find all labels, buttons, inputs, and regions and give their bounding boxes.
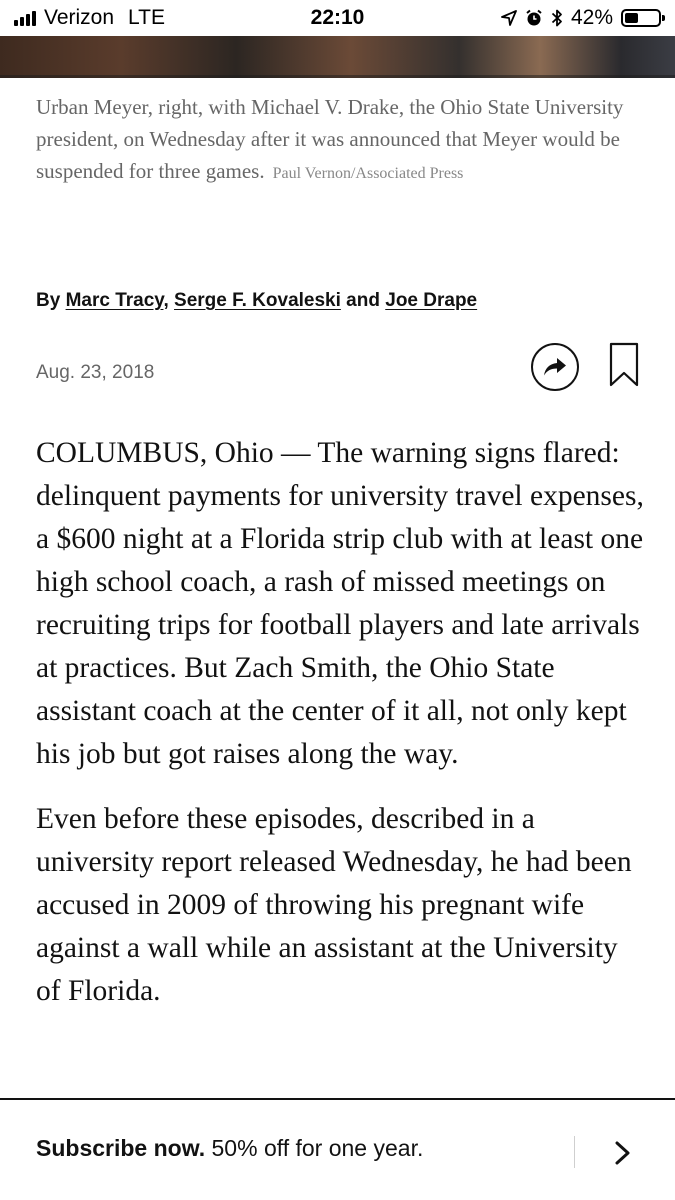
status-bar: Verizon LTE 22:10 42% <box>0 0 675 36</box>
publish-date: Aug. 23, 2018 <box>36 362 155 383</box>
chevron-right-icon[interactable] <box>612 1140 634 1166</box>
byline: By Marc Tracy, Serge F. Kovaleski and Jo… <box>36 290 646 312</box>
bluetooth-icon <box>551 9 562 27</box>
subscribe-cta: Subscribe now. <box>36 1135 206 1161</box>
subscribe-offer: 50% off for one year. <box>205 1135 424 1161</box>
article-photo[interactable] <box>0 36 675 78</box>
byline-separator: , <box>163 290 175 311</box>
share-arrow-icon <box>544 358 566 376</box>
alarm-icon <box>526 9 542 26</box>
bookmark-icon[interactable] <box>608 342 640 388</box>
author-link[interactable]: Serge F. Kovaleski <box>174 290 341 311</box>
battery-percent: 42% <box>570 6 613 29</box>
byline-prefix: By <box>36 290 66 311</box>
article-paragraph: Even before these episodes, described in… <box>36 803 632 1007</box>
article-body: COLUMBUS, Ohio — The warning signs flare… <box>36 432 646 1035</box>
photo-caption: Urban Meyer, right, with Michael V. Drak… <box>36 91 646 190</box>
article-paragraph: COLUMBUS, Ohio — The warning signs flare… <box>36 437 644 770</box>
photo-credit: Paul Vernon/Associated Press <box>272 165 464 182</box>
status-right: 42% <box>501 6 665 30</box>
banner-divider <box>574 1136 575 1168</box>
battery-icon <box>621 9 665 27</box>
subscribe-banner[interactable]: Subscribe now. 50% off for one year. <box>0 1098 675 1200</box>
location-arrow-icon <box>501 10 517 26</box>
share-button[interactable] <box>531 343 579 391</box>
byline-separator: and <box>340 290 386 311</box>
author-link[interactable]: Marc Tracy <box>66 290 164 311</box>
subscribe-message: Subscribe now. 50% off for one year. <box>36 1135 423 1162</box>
author-link[interactable]: Joe Drape <box>385 290 477 311</box>
